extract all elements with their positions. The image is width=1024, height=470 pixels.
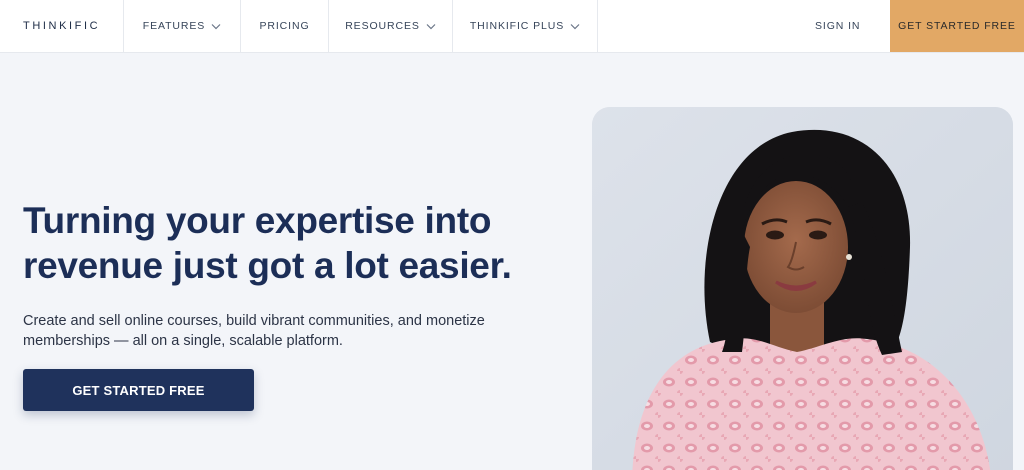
nav-item-thinkific-plus[interactable]: THINKIFIC PLUS bbox=[453, 0, 598, 52]
hero-subtitle: Create and sell online courses, build vi… bbox=[23, 311, 493, 351]
nav-item-pricing[interactable]: PRICING bbox=[241, 0, 329, 52]
hero-subtitle-line-1: Create and sell online courses, build vi… bbox=[23, 313, 485, 329]
nav-item-thinkific-plus-label: THINKIFIC PLUS bbox=[469, 20, 565, 32]
nav-item-features-label: FEATURES bbox=[142, 20, 206, 32]
get-started-free-button[interactable]: GET STARTED FREE bbox=[23, 369, 254, 411]
hero-subtitle-line-2: memberships — all on a single, scalable … bbox=[23, 333, 343, 349]
thinkific-logo[interactable]: THINKIFIC bbox=[0, 0, 124, 52]
hero-photo bbox=[592, 107, 1013, 470]
hero-title-line-1: Turning your expertise into bbox=[23, 200, 492, 241]
nav-item-pricing-label: PRICING bbox=[259, 20, 310, 32]
chevron-down-icon bbox=[570, 23, 580, 29]
hero-title: Turning your expertise into revenue just… bbox=[23, 198, 583, 288]
chevron-down-icon bbox=[426, 23, 436, 29]
woman-portrait-image bbox=[592, 107, 1013, 470]
nav-item-resources-label: RESOURCES bbox=[345, 20, 420, 32]
nav-item-features[interactable]: FEATURES bbox=[124, 0, 241, 52]
sign-in-link[interactable]: SIGN IN bbox=[806, 0, 890, 52]
nav-item-resources[interactable]: RESOURCES bbox=[329, 0, 453, 52]
chevron-down-icon bbox=[211, 23, 221, 29]
hero-title-line-2: revenue just got a lot easier. bbox=[23, 245, 512, 286]
top-navigation: THINKIFIC FEATURES PRICING RESOURCES THI… bbox=[0, 0, 1024, 53]
get-started-free-nav-button[interactable]: GET STARTED FREE bbox=[890, 0, 1024, 52]
